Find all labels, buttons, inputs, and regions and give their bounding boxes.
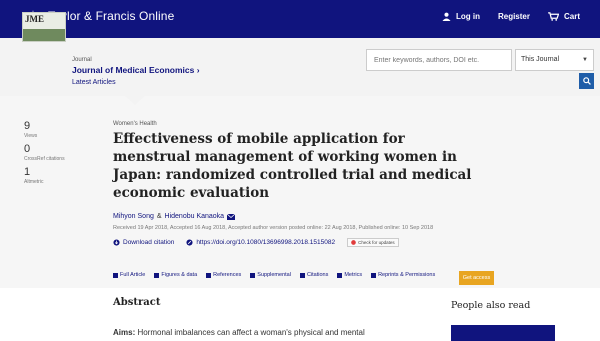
abstract-body: Hormonal imbalances can affect a woman's… bbox=[135, 328, 365, 337]
authors-line: Mihyon Song & Hidenobu Kanaoka bbox=[113, 213, 236, 220]
register-link[interactable]: Register bbox=[498, 12, 530, 21]
cart-link[interactable]: Cart bbox=[548, 12, 580, 21]
people-also-read-heading: People also read bbox=[451, 300, 531, 311]
crossref-label: CrossRef citations bbox=[24, 156, 65, 162]
search-scope-select[interactable]: This Journal ▼ bbox=[515, 49, 594, 71]
tab-label: Full Article bbox=[120, 272, 146, 278]
email-icon[interactable] bbox=[227, 213, 236, 220]
views-count: 9 bbox=[24, 120, 31, 132]
crossref-count: 0 bbox=[24, 143, 31, 155]
download-icon bbox=[113, 239, 120, 246]
login-link[interactable]: Log in bbox=[442, 12, 480, 21]
quote-icon bbox=[299, 272, 305, 278]
link-icon bbox=[186, 239, 193, 246]
views-label: Views bbox=[24, 133, 38, 139]
article-dates: Received 19 Apr 2018, Accepted 16 Aug 20… bbox=[113, 225, 434, 231]
people-also-read-tab[interactable] bbox=[451, 325, 555, 341]
download-citation-label: Download citation bbox=[123, 239, 175, 246]
search-icon bbox=[582, 77, 591, 85]
journal-title-link[interactable]: Journal of Medical Economics › bbox=[72, 65, 200, 75]
journal-cover[interactable]: JME bbox=[22, 12, 66, 42]
references-icon bbox=[206, 272, 212, 278]
check-for-updates-label: Check for updates bbox=[358, 240, 395, 245]
tab-figures-data[interactable]: Figures & data bbox=[154, 272, 197, 278]
tab-label: Supplemental bbox=[257, 272, 291, 278]
bar-chart-icon bbox=[337, 272, 343, 278]
doi-label: https://doi.org/10.1080/13696998.2018.15… bbox=[196, 239, 336, 246]
journal-label: Journal bbox=[72, 57, 92, 63]
check-for-updates-badge[interactable]: Check for updates bbox=[347, 238, 399, 247]
header-notch bbox=[125, 96, 145, 105]
tab-reprints-permissions[interactable]: Reprints & Permissions bbox=[371, 272, 435, 278]
doi-link[interactable]: https://doi.org/10.1080/13696998.2018.15… bbox=[186, 239, 335, 246]
tab-label: References bbox=[213, 272, 242, 278]
top-nav: Log in Register Cart bbox=[442, 12, 580, 21]
altmetric-count: 1 bbox=[24, 166, 31, 178]
abstract-text: Aims: Hormonal imbalances can affect a w… bbox=[113, 328, 365, 337]
article-title: Effectiveness of mobile application for … bbox=[113, 131, 472, 201]
brand-name: Taylor & Francis Online bbox=[48, 9, 175, 23]
journal-cover-text: JME bbox=[25, 14, 44, 24]
download-citation-link[interactable]: Download citation bbox=[113, 239, 174, 246]
article-links: Download citation https://doi.org/10.108… bbox=[113, 238, 399, 247]
article-tab-bar: Full Article Figures & data References S… bbox=[113, 272, 435, 278]
article-metrics: 9 Views 0 CrossRef citations 1 Altmetric bbox=[24, 120, 94, 189]
tab-label: Figures & data bbox=[161, 272, 198, 278]
tab-full-article[interactable]: Full Article bbox=[113, 272, 145, 278]
author-link[interactable]: Hidenobu Kanaoka bbox=[165, 213, 225, 220]
search-input[interactable] bbox=[366, 49, 512, 71]
chevron-down-icon: ▼ bbox=[582, 57, 588, 63]
figures-icon bbox=[154, 272, 160, 278]
tab-supplemental[interactable]: Supplemental bbox=[250, 272, 291, 278]
cover-stripe bbox=[23, 29, 65, 41]
tab-references[interactable]: References bbox=[206, 272, 241, 278]
document-icon bbox=[113, 272, 118, 278]
abstract-heading: Abstract bbox=[113, 297, 161, 308]
latest-articles-link[interactable]: Latest Articles bbox=[72, 79, 116, 86]
tab-label: Metrics bbox=[344, 272, 363, 278]
register-label: Register bbox=[497, 12, 530, 21]
abstract-lead: Aims: bbox=[113, 328, 136, 337]
plus-icon bbox=[250, 272, 256, 278]
cart-icon bbox=[548, 12, 559, 21]
cart-label: Cart bbox=[563, 12, 580, 21]
tab-citations[interactable]: Citations bbox=[299, 272, 329, 278]
top-bar: Taylor & Francis Online Log in Register … bbox=[0, 0, 600, 38]
tab-label: Reprints & Permissions bbox=[378, 272, 436, 278]
cart-icon bbox=[371, 272, 377, 278]
altmetric-label: Altmetric bbox=[24, 179, 44, 185]
search-scope-value: This Journal bbox=[521, 56, 560, 63]
login-label: Log in bbox=[455, 12, 480, 21]
user-icon bbox=[442, 12, 451, 21]
author-link[interactable]: Mihyon Song bbox=[113, 213, 154, 220]
get-access-button[interactable]: Get access bbox=[459, 271, 494, 285]
article-section: Women's Health bbox=[113, 121, 157, 127]
tab-metrics[interactable]: Metrics bbox=[337, 272, 362, 278]
crossmark-icon bbox=[351, 240, 356, 245]
search-button[interactable] bbox=[579, 73, 594, 89]
author-separator: & bbox=[156, 213, 162, 220]
tab-label: Citations bbox=[306, 272, 329, 278]
